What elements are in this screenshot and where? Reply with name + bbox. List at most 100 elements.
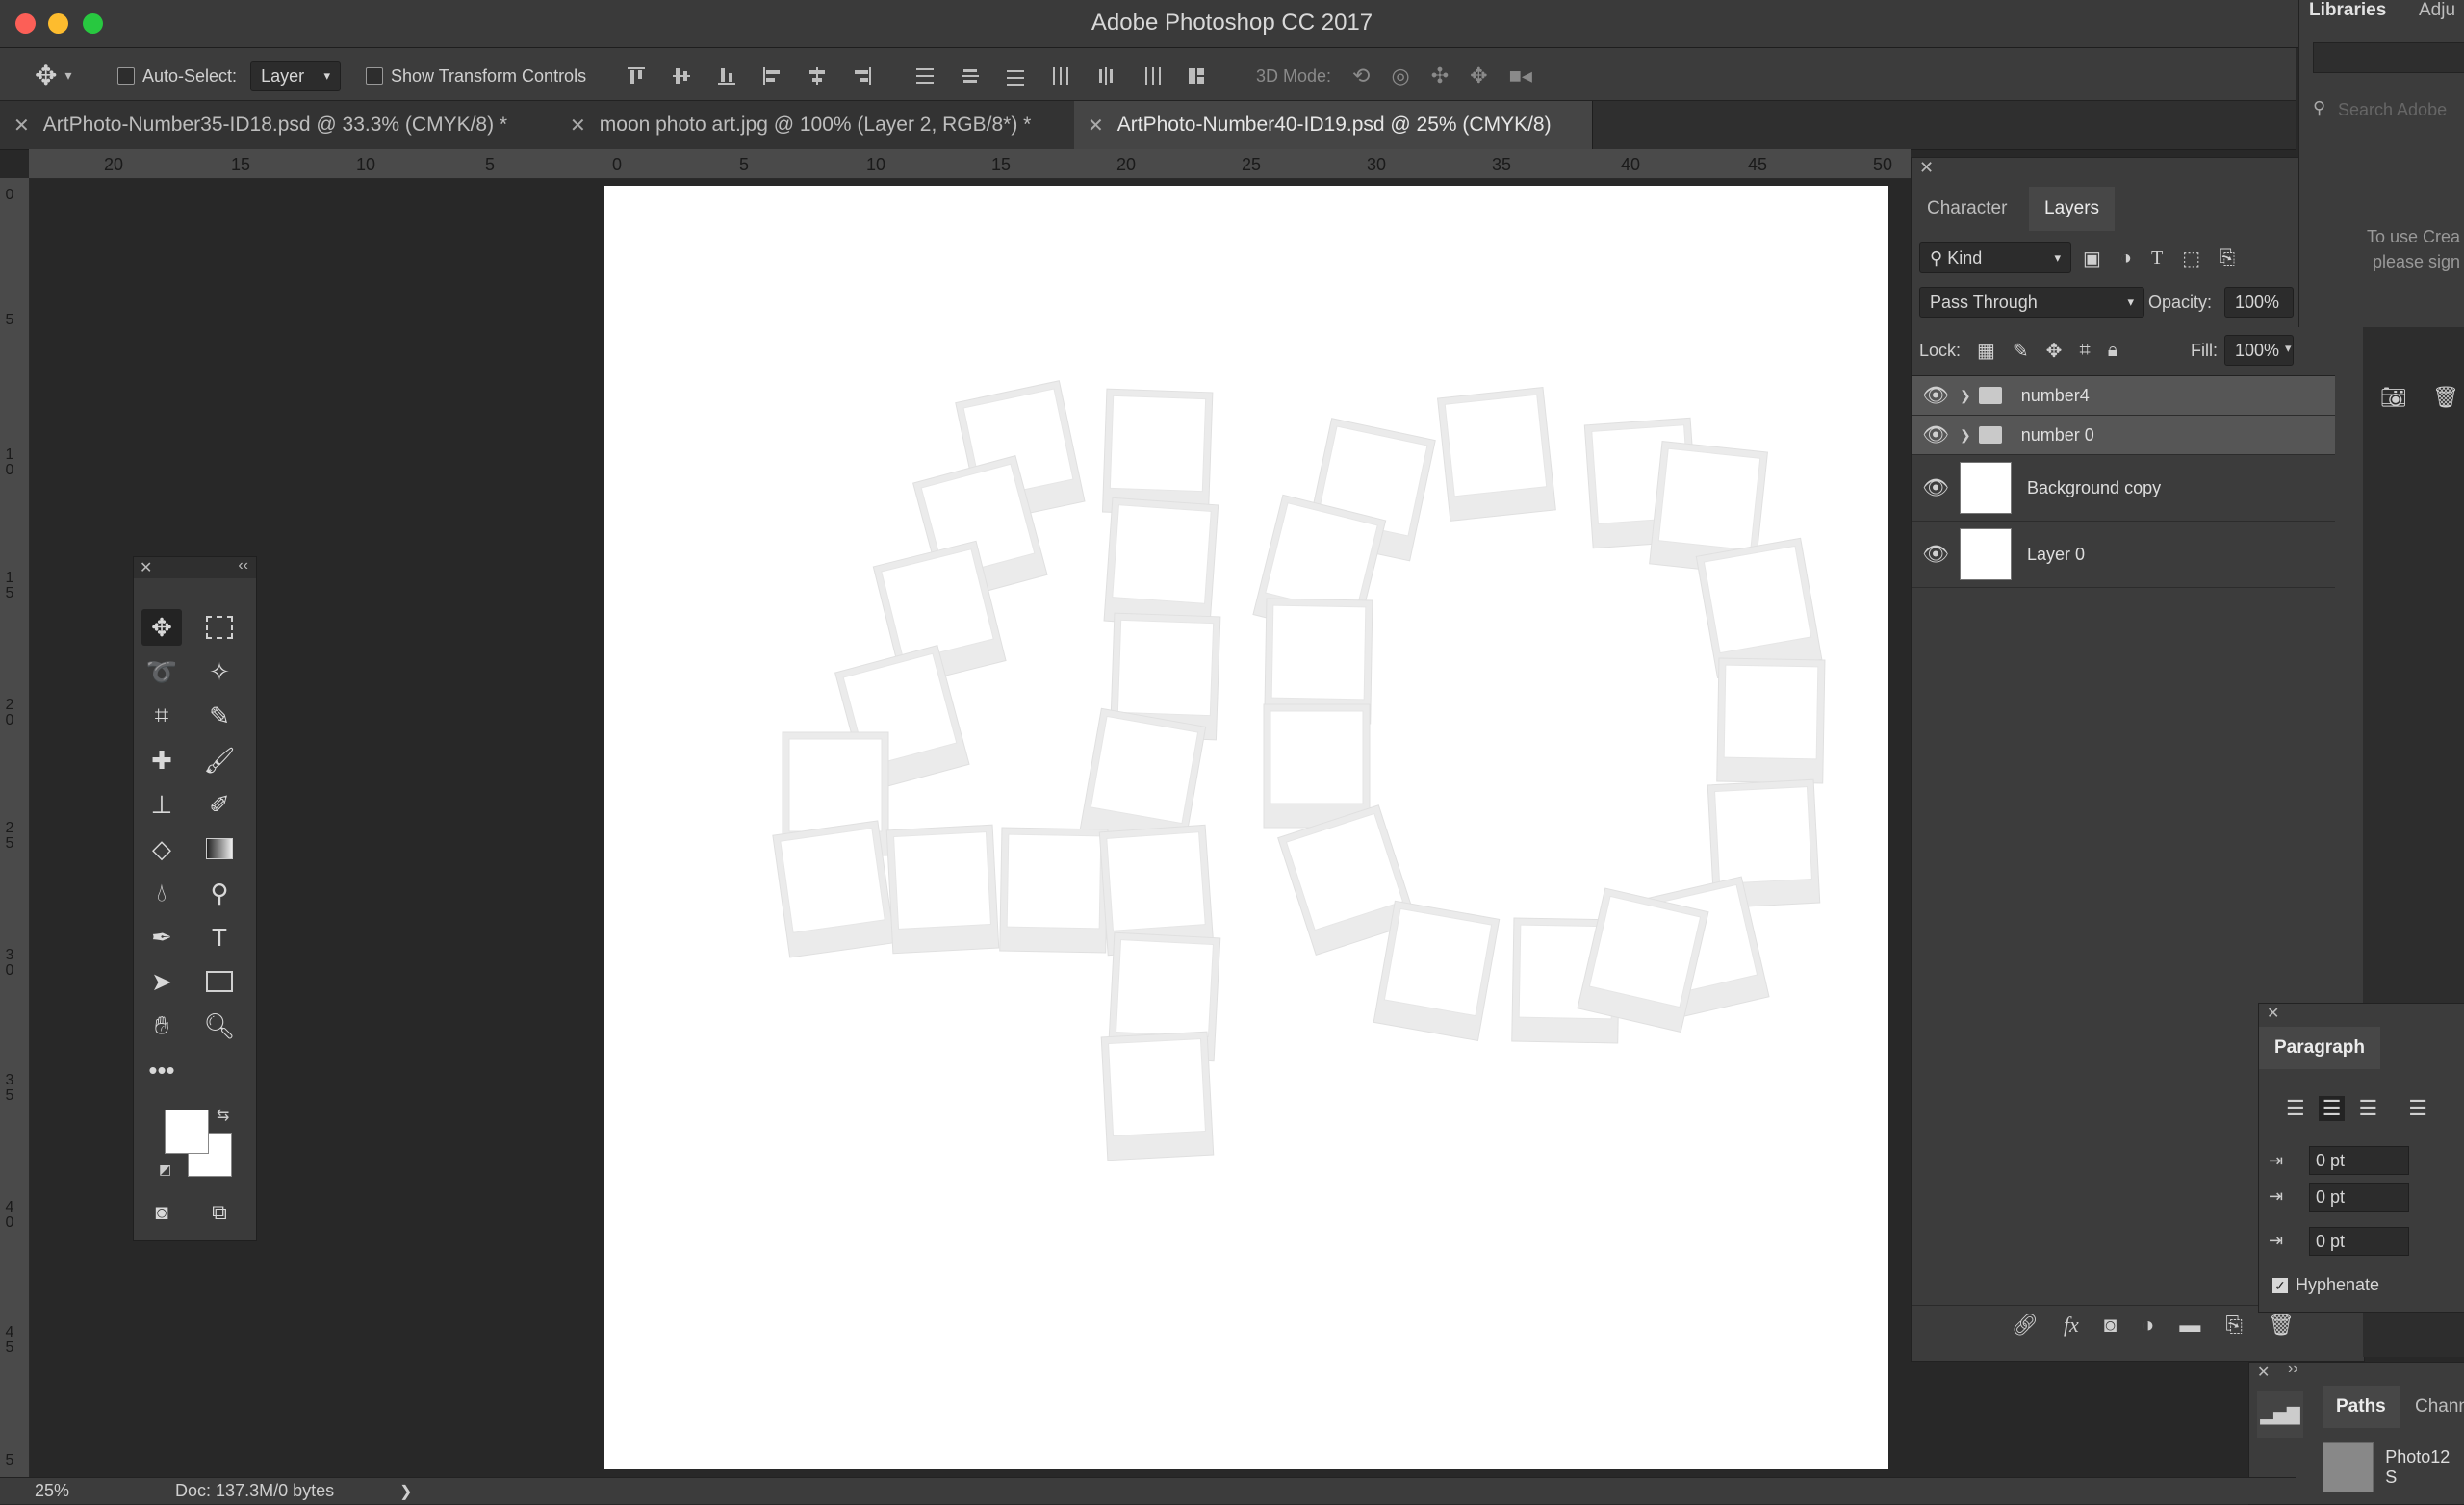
align-right-icon[interactable] [852,65,873,87]
show-transform-checkbox[interactable] [366,67,383,85]
tab-document-3[interactable]: ✕ ArtPhoto-Number40-ID19.psd @ 25% (CMYK… [1074,101,1593,149]
distribute-vcenter-icon[interactable] [960,65,981,87]
status-menu-arrow-icon[interactable]: ❯ [399,1482,412,1501]
space-before-field[interactable]: 0 pt [2309,1227,2409,1256]
filter-pixel-icon[interactable]: ▣ [2083,246,2101,270]
fx-icon[interactable]: fx [2064,1313,2079,1338]
rectangle-tool-icon[interactable] [199,963,240,1000]
library-search-input[interactable]: Search Adobe [2338,100,2447,120]
fill-field[interactable]: 100% [2224,335,2294,366]
magic-wand-tool-icon[interactable]: ✧ [199,653,240,690]
add-mask-icon[interactable]: ◙ [2104,1313,2117,1338]
align-left-icon[interactable] [761,65,783,87]
trash-icon[interactable]: 🗑︎ [2268,1313,2295,1338]
layer-row-background-copy[interactable]: 👁︎ Background copy [1912,455,2335,522]
indent-first-line-field[interactable]: 0 pt [2309,1183,2409,1212]
tab-layers[interactable]: Layers [2029,187,2116,231]
3d-camera-icon[interactable]: ■◂ [1509,64,1532,89]
quick-mask-icon[interactable]: ◙ [141,1194,182,1231]
distribute-hcenter-icon[interactable] [1095,65,1116,87]
collapse-icon[interactable]: ‹‹ [238,557,248,574]
move-tool-preset[interactable]: ✥ ▾ [35,56,72,94]
hand-tool-icon[interactable]: ✋︎ [141,1008,182,1044]
swap-colors-icon[interactable]: ⇆ [217,1106,229,1125]
camera-icon[interactable]: 📷︎ [2380,385,2407,410]
trash-icon[interactable]: 🗑︎ [2432,385,2459,410]
opacity-field[interactable]: 100% [2224,287,2294,318]
zoom-level[interactable]: 25% [35,1481,69,1501]
chevron-right-icon[interactable]: ❯ [1960,388,1971,404]
align-bottom-icon[interactable] [716,65,737,87]
lock-position-icon[interactable]: ✥ [2046,339,2063,363]
tab-document-2[interactable]: ✕ moon photo art.jpg @ 100% (Layer 2, RG… [556,101,1075,149]
distribute-bottom-icon[interactable] [1005,65,1026,87]
filter-smart-object-icon[interactable]: ⎘ [2220,247,2235,269]
eyedropper-tool-icon[interactable]: ✎ [199,698,240,734]
justify-text-icon[interactable]: ☰ [2408,1096,2427,1121]
eye-icon[interactable]: 👁︎ [1912,542,1960,567]
default-colors-icon[interactable]: ◩ [159,1161,171,1178]
tab-libraries[interactable]: Libraries [2309,0,2386,21]
move-tool-icon[interactable]: ✥ [141,609,182,646]
close-icon[interactable]: ✕ [570,114,586,138]
layer-row-number-0[interactable]: 👁︎ ❯ number 0 [1912,416,2335,455]
path-selection-tool-icon[interactable]: ➤ [141,963,182,1000]
blur-tool-icon[interactable]: 💧︎ [141,875,182,911]
eye-icon[interactable]: 👁︎ [1912,475,1960,500]
layer-filter-dropdown[interactable]: ⚲ Kind ▾ [1919,242,2071,273]
hyphenate-checkbox[interactable]: ✓ [2272,1277,2288,1293]
eye-icon[interactable]: 👁︎ [1912,383,1960,408]
close-icon[interactable]: ✕ [140,558,152,577]
align-center-text-icon[interactable]: ☰ [2318,1096,2346,1121]
lasso-tool-icon[interactable]: ➰ [141,653,182,690]
zoom-tool-icon[interactable]: 🔍︎ [199,1008,240,1044]
close-icon[interactable]: ✕ [1088,114,1104,138]
new-layer-icon[interactable]: ⎘ [2225,1313,2243,1338]
lock-image-icon[interactable]: ✎ [2013,339,2029,363]
align-right-text-icon[interactable]: ☰ [2358,1096,2377,1121]
marquee-tool-icon[interactable] [199,609,240,646]
tab-document-1[interactable]: ✕ ArtPhoto-Number35-ID18.psd @ 33.3% (CM… [0,101,557,149]
pen-tool-icon[interactable]: ✒ [141,919,182,956]
lock-artboard-icon[interactable]: ⌗ [2079,340,2090,362]
close-icon[interactable]: ✕ [2267,1004,2279,1023]
tab-paths[interactable]: Paths [2323,1386,2400,1428]
filter-type-icon[interactable]: T [2151,247,2163,269]
new-group-icon[interactable]: ▬ [2179,1313,2200,1338]
lock-all-icon[interactable]: 🔒︎ [2108,340,2118,362]
close-icon[interactable]: ✕ [13,114,30,138]
auto-align-icon[interactable] [1186,65,1207,87]
tab-character[interactable]: Character [1912,187,2022,231]
more-tools-icon[interactable]: ••• [141,1052,182,1088]
filter-shape-icon[interactable]: ⬚ [2182,246,2200,270]
brush-tool-icon[interactable]: 🖌︎ [199,742,240,778]
indent-left-field[interactable]: 0 pt [2309,1146,2409,1175]
auto-select-checkbox[interactable] [117,67,135,85]
chevron-right-icon[interactable]: ❯ [1960,427,1971,444]
dodge-tool-icon[interactable]: ⚲ [199,875,240,911]
align-left-text-icon[interactable]: ☰ [2286,1096,2305,1121]
crop-tool-icon[interactable]: ⌗ [141,698,182,734]
align-vcenter-icon[interactable] [671,65,692,87]
screen-mode-icon[interactable]: ⧉ [199,1194,240,1231]
close-icon[interactable]: ✕ [1919,158,1934,178]
3d-pan-icon[interactable]: ✣ [1431,64,1449,89]
ruler-vertical[interactable]: 0 5 10 15 20 25 30 35 40 45 5 [0,178,30,1477]
tab-adjustments[interactable]: Adju [2419,0,2455,21]
histogram-icon[interactable]: ▂▅▇ [2257,1391,2303,1438]
eye-icon[interactable]: 👁︎ [1912,422,1960,447]
gradient-tool-icon[interactable] [199,830,240,867]
tab-channels[interactable]: Chann [2403,1386,2464,1428]
chevron-down-icon[interactable]: ▾ [2285,341,2292,356]
blend-mode-dropdown[interactable]: Pass Through ▾ [1919,287,2144,318]
foreground-color-swatch[interactable] [165,1110,209,1154]
link-layers-icon[interactable]: 🔗︎ [2012,1313,2039,1338]
document-canvas[interactable] [604,186,1888,1469]
3d-slide-icon[interactable]: ✥ [1470,64,1487,89]
close-icon[interactable]: ✕ [2257,1363,2270,1382]
lock-transparent-icon[interactable]: ▦ [1977,339,1995,363]
layer-row-number4[interactable]: 👁︎ ❯ number4 [1912,376,2335,416]
distribute-top-icon[interactable] [914,65,936,87]
adjustment-layer-icon[interactable]: ◑ [2142,1313,2154,1338]
auto-select-dropdown[interactable]: Layer ▾ [250,61,342,91]
